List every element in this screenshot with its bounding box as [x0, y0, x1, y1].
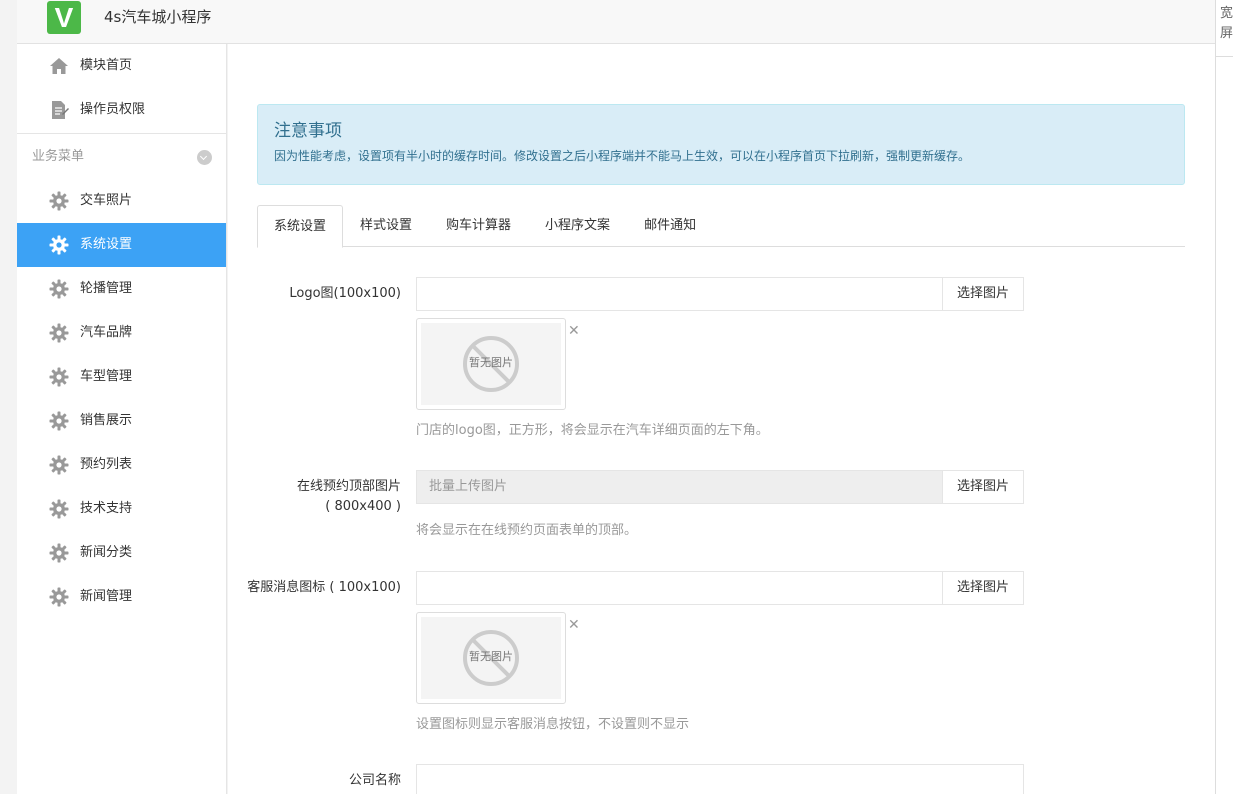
logo-label: Logo图(100x100): [289, 286, 401, 301]
tab-system-settings[interactable]: 系统设置: [257, 205, 344, 248]
logo-preview: 暂无图片: [416, 318, 566, 410]
service-icon-label: 客服消息图标 ( 100x100): [247, 580, 401, 595]
service-icon-input[interactable]: [416, 571, 943, 605]
app-title: 4s汽车城小程序: [104, 8, 212, 26]
sidebar-item-label: 模块首页: [80, 58, 133, 73]
notice-title: 注意事项: [274, 121, 342, 141]
tab-email-notification[interactable]: 邮件通知: [627, 205, 713, 247]
logo-select-image-button[interactable]: 选择图片: [942, 277, 1024, 311]
sidebar-group-label: 业务菜单: [32, 149, 85, 164]
gear-icon: [49, 411, 69, 431]
no-image-text: 暂无图片: [469, 650, 513, 663]
booking-top-input-group: 批量上传图片 选择图片: [416, 470, 1024, 504]
sidebar-item-label: 汽车品牌: [80, 325, 133, 340]
sidebar-item-label: 交车照片: [80, 193, 133, 208]
sidebar-item-7[interactable]: 预约列表: [17, 443, 226, 487]
sidebar-item-label: 技术支持: [80, 501, 133, 516]
batch-upload-input[interactable]: 批量上传图片: [416, 470, 943, 504]
notice-alert: 注意事项 因为性能考虑，设置项有半小时的缓存时间。修改设置之后小程序端并不能马上…: [257, 104, 1185, 185]
booking-top-label-line1: 在线预约顶部图片: [296, 479, 401, 494]
logo-help-text: 门店的logo图，正方形，将会显示在汽车详细页面的左下角。: [416, 423, 769, 438]
logo-input[interactable]: [416, 277, 943, 311]
sidebar-item-label: 轮播管理: [80, 281, 133, 296]
sidebar-item-label: 新闻分类: [80, 545, 133, 560]
close-icon[interactable]: ✕: [568, 618, 580, 632]
document-icon: [52, 101, 69, 119]
notice-text: 因为性能考虑，设置项有半小时的缓存时间。修改设置之后小程序端并不能马上生效，可以…: [274, 149, 971, 163]
widescreen-toggle[interactable]: 宽屏: [1216, 0, 1233, 57]
gear-icon: [49, 235, 69, 255]
gear-icon: [49, 543, 69, 563]
gear-icon: [49, 499, 69, 519]
sidebar-item-label: 系统设置: [80, 237, 133, 252]
booking-top-label: 在线预约顶部图片 ( 800x400 ): [228, 477, 401, 517]
company-name-input[interactable]: [416, 764, 1024, 794]
app-logo[interactable]: V: [47, 1, 81, 34]
home-icon: [50, 58, 68, 74]
tab-car-calculator[interactable]: 购车计算器: [429, 205, 528, 247]
gear-icon: [49, 191, 69, 211]
sidebar-item-3[interactable]: 轮播管理: [17, 267, 226, 311]
chevron-down-icon[interactable]: [197, 150, 212, 165]
gear-icon: [49, 367, 69, 387]
gear-icon: [49, 455, 69, 475]
gear-icon: [49, 323, 69, 343]
close-icon[interactable]: ✕: [568, 324, 580, 338]
company-name-label: 公司名称: [348, 773, 401, 788]
top-bar: V 4s汽车城小程序: [17, 0, 1215, 44]
booking-top-help-text: 将会显示在在线预约页面表单的顶部。: [416, 523, 638, 538]
sidebar-item-4[interactable]: 汽车品牌: [17, 311, 226, 355]
sidebar-item-2[interactable]: 系统设置: [17, 223, 226, 267]
no-image-text: 暂无图片: [469, 356, 513, 369]
no-image-placeholder: 暂无图片: [421, 617, 561, 699]
sidebar-item-10[interactable]: 新闻管理: [17, 575, 226, 619]
sidebar-group-business-menu[interactable]: 业务菜单: [17, 133, 226, 179]
service-icon-help-text: 设置图标则显示客服消息按钮，不设置则不显示: [416, 717, 690, 732]
right-edge-panel: 宽屏: [1215, 0, 1233, 794]
tab-miniprogram-copy[interactable]: 小程序文案: [528, 205, 627, 247]
sidebar-item-module-home[interactable]: 模块首页: [17, 44, 226, 88]
gear-icon: [49, 279, 69, 299]
booking-top-label-line2: ( 800x400 ): [325, 499, 401, 514]
service-icon-preview: 暂无图片: [416, 612, 566, 704]
sidebar-item-9[interactable]: 新闻分类: [17, 531, 226, 575]
sidebar: 模块首页 操作员权限 业务菜单 交车照片系统设置轮播管理汽车品牌车型管理销售展示…: [17, 44, 227, 794]
tab-style-settings[interactable]: 样式设置: [343, 205, 429, 247]
logo-input-group: 选择图片: [416, 277, 1024, 311]
sidebar-item-label: 预约列表: [80, 457, 133, 472]
sidebar-item-8[interactable]: 技术支持: [17, 487, 226, 531]
settings-tabs: 系统设置 样式设置 购车计算器 小程序文案 邮件通知: [257, 205, 1185, 248]
gear-icon: [49, 587, 69, 607]
sidebar-item-label: 新闻管理: [80, 589, 133, 604]
no-image-placeholder: 暂无图片: [421, 323, 561, 405]
service-icon-select-image-button[interactable]: 选择图片: [942, 571, 1024, 605]
main-content: 注意事项 因为性能考虑，设置项有半小时的缓存时间。修改设置之后小程序端并不能马上…: [228, 44, 1215, 794]
service-icon-input-group: 选择图片: [416, 571, 1024, 605]
booking-top-select-image-button[interactable]: 选择图片: [942, 470, 1024, 504]
sidebar-item-6[interactable]: 销售展示: [17, 399, 226, 443]
sidebar-item-5[interactable]: 车型管理: [17, 355, 226, 399]
sidebar-item-label: 车型管理: [80, 369, 133, 384]
sidebar-item-operator-permissions[interactable]: 操作员权限: [17, 88, 226, 132]
sidebar-item-1[interactable]: 交车照片: [17, 179, 226, 223]
sidebar-item-label: 销售展示: [80, 413, 133, 428]
sidebar-item-label: 操作员权限: [80, 102, 146, 117]
